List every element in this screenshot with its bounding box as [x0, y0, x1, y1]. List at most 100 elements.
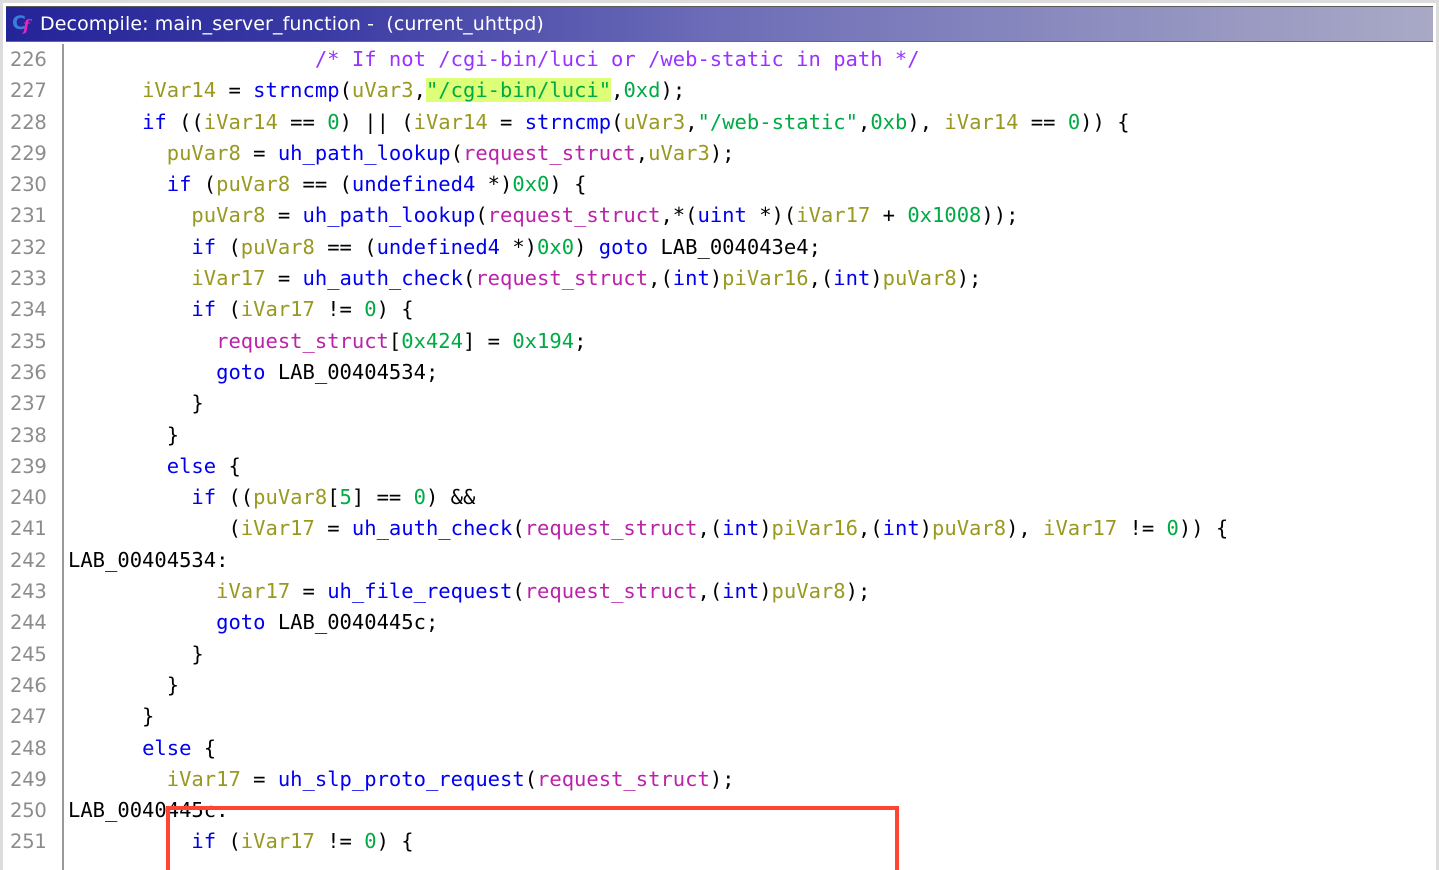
code-line[interactable]: 241 (iVar17 = uh_auth_check(request_stru… — [6, 513, 1433, 544]
code-token-var: puVar8 — [771, 579, 846, 604]
code-token-plain: ( — [216, 234, 241, 259]
code-line[interactable]: 250 LAB_0040445c: — [6, 795, 1433, 826]
line-number: 241 — [10, 517, 47, 541]
code-token-num: 0x0 — [537, 234, 575, 259]
code-token-plain: ( — [68, 516, 241, 541]
code-token-func: uh_path_lookup — [277, 140, 451, 165]
code-line[interactable]: 242 LAB_00404534: — [6, 545, 1433, 576]
code-line[interactable]: 234 if (iVar17 != 0) { — [6, 294, 1433, 325]
code-token-kw: if — [166, 172, 192, 197]
code-line[interactable]: 239 else { — [6, 451, 1433, 482]
code-token-var: iVar14 — [203, 109, 278, 134]
line-number: 229 — [10, 141, 47, 165]
code-text: } — [68, 639, 203, 670]
code-token-plain: (( — [166, 109, 204, 134]
code-token-kw: if — [191, 829, 217, 854]
code-line[interactable]: 232 if (puVar8 == (undefined4 *)0x0) got… — [6, 232, 1433, 263]
code-token-param: request_struct — [216, 328, 389, 353]
code-line[interactable]: 244 goto LAB_0040445c; — [6, 607, 1433, 638]
code-token-plain: )) { — [1178, 516, 1229, 541]
code-token-plain: ( — [216, 829, 241, 854]
code-line[interactable]: 231 puVar8 = uh_path_lookup(request_stru… — [6, 200, 1433, 231]
code-token-var: iVar17 — [796, 203, 871, 228]
code-text: iVar14 = strncmp(uVar3,"/cgi-bin/luci",0… — [68, 75, 685, 106]
code-token-var: iVar17 — [166, 766, 241, 791]
code-token-var: uVar3 — [623, 109, 686, 134]
code-text: else { — [68, 733, 216, 764]
code-line[interactable]: 245 } — [6, 639, 1433, 670]
line-number: 242 — [10, 548, 47, 572]
line-number: 230 — [10, 173, 47, 197]
code-token-label: LAB_004043e4 — [660, 234, 809, 259]
line-number: 251 — [10, 830, 47, 854]
code-text: /* If not /cgi-bin/luci or /web-static i… — [68, 44, 920, 75]
code-text: } — [68, 701, 154, 732]
code-token-num: 0x194 — [512, 328, 575, 353]
code-line[interactable]: 230 if (puVar8 == (undefined4 *)0x0) { — [6, 169, 1433, 200]
code-token-plain: ) — [759, 516, 772, 541]
code-text: puVar8 = uh_path_lookup(request_struct,u… — [68, 138, 735, 169]
code-token-num: 0xb — [870, 109, 908, 134]
f-glyph-icon: f — [23, 16, 30, 35]
line-number: 245 — [10, 642, 47, 666]
code-line[interactable]: 249 iVar17 = uh_slp_proto_request(reques… — [6, 764, 1433, 795]
code-line[interactable]: 228 if ((iVar14 == 0) || (iVar14 = strnc… — [6, 107, 1433, 138]
code-line[interactable]: 236 goto LAB_00404534; — [6, 357, 1433, 388]
code-token-plain: ) && — [425, 485, 476, 510]
line-number: 231 — [10, 204, 47, 228]
code-token-kw: goto — [598, 234, 649, 259]
code-line[interactable]: 247 } — [6, 701, 1433, 732]
code-token-plain: ; — [425, 610, 439, 635]
code-token-num: 0x1008 — [907, 203, 982, 228]
code-line[interactable]: 243 iVar17 = uh_file_request(request_str… — [6, 576, 1433, 607]
code-token-plain: ) { — [549, 172, 587, 197]
code-line[interactable]: 235 request_struct[0x424] = 0x194; — [6, 326, 1433, 357]
code-line[interactable]: 238 } — [6, 420, 1433, 451]
code-lines-container: 226 /* If not /cgi-bin/luci or /web-stat… — [6, 44, 1433, 858]
code-token-plain: ( — [611, 109, 624, 134]
code-token-kw: else — [142, 735, 192, 760]
code-listing[interactable]: 226 /* If not /cgi-bin/luci or /web-stat… — [6, 44, 1433, 870]
decompiler-title-bar[interactable]: C f Decompile: main_server_function - (c… — [6, 6, 1433, 42]
code-token-plain: ,*( — [660, 203, 698, 228]
code-token-type: int — [672, 266, 710, 291]
code-line[interactable]: 233 iVar17 = uh_auth_check(request_struc… — [6, 263, 1433, 294]
code-line[interactable]: 240 if ((puVar8[5] == 0) && — [6, 482, 1433, 513]
code-line[interactable]: 226 /* If not /cgi-bin/luci or /web-stat… — [6, 44, 1433, 75]
line-number: 235 — [10, 329, 47, 353]
code-token-var: iVar17 — [240, 297, 315, 322]
code-token-plain: = — [240, 766, 278, 791]
code-token-var: puVar8 — [253, 485, 328, 510]
code-token-comment: /* If not /cgi-bin/luci or /web-static i… — [314, 47, 920, 71]
code-token-var: piVar16 — [771, 516, 858, 541]
code-token-num: 0 — [364, 297, 377, 322]
c-function-icon: C f — [12, 12, 34, 36]
code-text: } — [68, 420, 179, 451]
code-token-type: int — [722, 579, 760, 604]
code-token-plain: } — [68, 391, 204, 416]
code-token-plain: ); — [660, 78, 686, 103]
code-line[interactable]: 227 iVar14 = strncmp(uVar3,"/cgi-bin/luc… — [6, 75, 1433, 106]
code-token-plain: [ — [388, 328, 402, 353]
code-line[interactable]: 237 } — [6, 388, 1433, 419]
code-token-plain: = — [240, 140, 278, 165]
code-line[interactable]: 248 else { — [6, 733, 1433, 764]
code-token-num: 0 — [413, 485, 426, 510]
code-token-plain: ,( — [697, 579, 723, 604]
code-token-plain: == ( — [290, 172, 352, 197]
code-token-plain: ,( — [808, 266, 834, 291]
code-token-kw: if — [191, 485, 217, 510]
code-token-label: LAB_00404534: — [68, 547, 229, 572]
code-line[interactable]: 229 puVar8 = uh_path_lookup(request_stru… — [6, 138, 1433, 169]
line-number: 238 — [10, 423, 47, 447]
code-token-plain: != — [314, 297, 365, 322]
code-line[interactable]: 246 } — [6, 670, 1433, 701]
code-token-param: request_struct — [475, 266, 649, 291]
code-line[interactable]: 251 if (iVar17 != 0) { — [6, 826, 1433, 857]
code-token-kw: else — [166, 453, 217, 478]
line-number: 234 — [10, 298, 47, 322]
code-token-plain: ) — [919, 516, 933, 541]
